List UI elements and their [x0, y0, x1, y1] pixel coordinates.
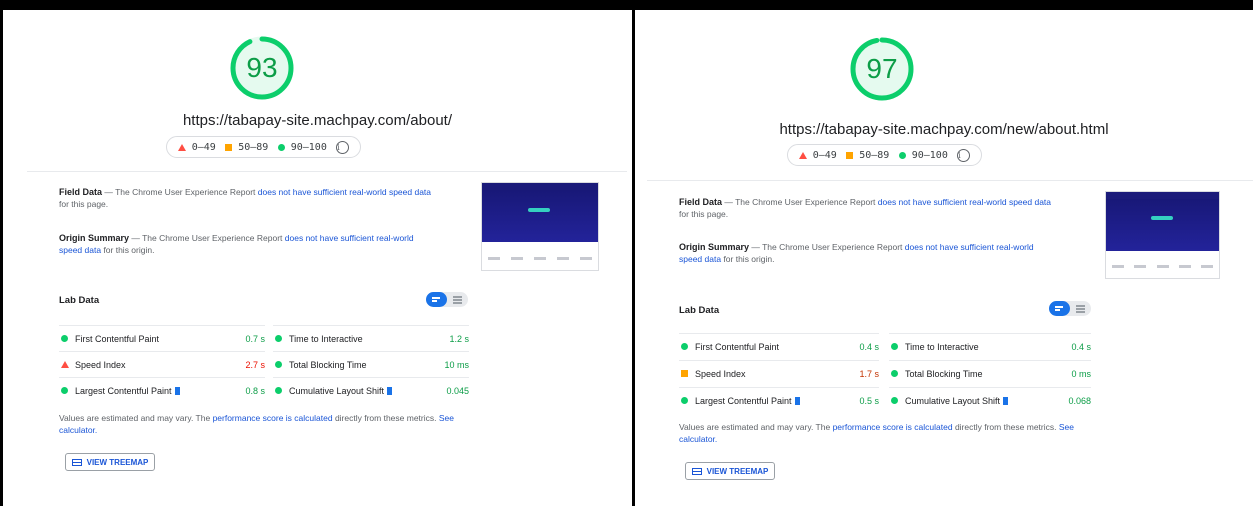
- treemap-icon: [71, 458, 82, 466]
- good-circle-icon: [61, 387, 68, 394]
- view-treemap-button[interactable]: VIEW TREEMAP: [685, 462, 775, 480]
- good-circle-icon: [898, 151, 906, 159]
- good-circle-icon: [681, 343, 688, 350]
- final-screenshot-thumbnail[interactable]: [481, 182, 599, 271]
- performance-score: 93: [246, 52, 278, 83]
- info-icon[interactable]: i: [957, 148, 971, 162]
- metric-value: 10 ms: [444, 359, 469, 370]
- lab-data-title: Lab Data: [679, 305, 720, 316]
- estimation-note: Values are estimated and may vary. The p…: [59, 413, 454, 435]
- metric-largest-contentful-paint: Largest Contentful Paint 0.8 s: [59, 377, 265, 403]
- list-view-icon[interactable]: [1049, 301, 1070, 316]
- metric-value: 0.4 s: [859, 341, 879, 352]
- detail-view-icon[interactable]: [1070, 301, 1091, 316]
- good-circle-icon: [681, 397, 688, 404]
- bookmark-icon: [794, 396, 800, 405]
- lab-data-title: Lab Data: [59, 295, 100, 306]
- metric-value: 0.8 s: [245, 385, 265, 396]
- metric-cumulative-layout-shift: Cumulative Layout Shift 0.068: [889, 387, 1091, 413]
- good-circle-icon: [891, 343, 898, 350]
- estimation-note: Values are estimated and may vary. The p…: [679, 422, 1074, 444]
- metric-value: 2.7 s: [245, 359, 265, 370]
- metric-time-to-interactive: Time to Interactive 0.4 s: [889, 333, 1091, 359]
- metric-value: 0 ms: [1071, 368, 1091, 379]
- origin-summary-section: Origin Summary — The Chrome User Experie…: [679, 242, 1034, 264]
- good-circle-icon: [61, 335, 68, 342]
- field-data-section: Field Data — The Chrome User Experience …: [59, 187, 432, 209]
- legend-good: 90–100: [277, 142, 327, 153]
- metric-first-contentful-paint: First Contentful Paint 0.4 s: [679, 333, 879, 359]
- metric-cumulative-layout-shift: Cumulative Layout Shift 0.045: [273, 377, 469, 403]
- metric-speed-index: Speed Index 1.7 s: [679, 360, 879, 386]
- score-legend: 0–49 50–89 90–100 i: [166, 136, 361, 158]
- legend-good: 90–100: [898, 150, 948, 161]
- bookmark-icon: [174, 386, 180, 395]
- performance-score-gauge: 93: [229, 35, 295, 101]
- performance-score-link[interactable]: performance score is calculated: [833, 422, 953, 432]
- average-square-icon: [681, 370, 688, 377]
- final-screenshot-thumbnail[interactable]: [1105, 191, 1220, 279]
- report-panel-left: 93 https://tabapay-site.machpay.com/abou…: [3, 10, 632, 506]
- view-treemap-button[interactable]: VIEW TREEMAP: [65, 453, 155, 471]
- average-square-icon: [846, 151, 854, 159]
- field-data-link[interactable]: does not have sufficient real-world spee…: [878, 197, 1051, 207]
- metric-total-blocking-time: Total Blocking Time 10 ms: [273, 351, 469, 377]
- poor-triangle-icon: [61, 361, 69, 368]
- average-square-icon: [225, 143, 233, 151]
- legend-average: 50–89: [846, 150, 889, 161]
- performance-score-link[interactable]: performance score is calculated: [213, 413, 333, 423]
- good-circle-icon: [891, 397, 898, 404]
- metrics-view-toggle[interactable]: [1049, 301, 1091, 316]
- metric-first-contentful-paint: First Contentful Paint 0.7 s: [59, 325, 265, 351]
- good-circle-icon: [275, 387, 282, 394]
- metric-value: 0.5 s: [859, 395, 879, 406]
- report-panel-right: 97 https://tabapay-site.machpay.com/new/…: [635, 10, 1253, 506]
- legend-poor: 0–49: [798, 150, 837, 161]
- treemap-icon: [691, 467, 702, 475]
- metric-value: 0.4 s: [1071, 341, 1091, 352]
- origin-summary-title: Origin Summary: [59, 233, 130, 243]
- origin-summary-title: Origin Summary: [679, 242, 750, 252]
- metric-value: 0.7 s: [245, 333, 265, 344]
- poor-triangle-icon: [177, 143, 186, 151]
- tested-url: https://tabapay-site.machpay.com/new/abo…: [779, 121, 1109, 138]
- field-data-link[interactable]: does not have sufficient real-world spee…: [258, 187, 431, 197]
- list-view-icon[interactable]: [426, 292, 447, 307]
- metric-value: 1.7 s: [859, 368, 879, 379]
- divider: [27, 171, 627, 172]
- performance-score: 97: [866, 53, 898, 84]
- performance-score-gauge: 97: [849, 36, 915, 102]
- origin-summary-section: Origin Summary — The Chrome User Experie…: [59, 233, 414, 255]
- bookmark-icon: [387, 386, 393, 395]
- tested-url: https://tabapay-site.machpay.com/about/: [182, 112, 453, 129]
- metric-value: 1.2 s: [449, 333, 469, 344]
- metric-value: 0.068: [1068, 395, 1091, 406]
- metrics-view-toggle[interactable]: [426, 292, 468, 307]
- field-data-title: Field Data: [59, 187, 103, 197]
- metric-total-blocking-time: Total Blocking Time 0 ms: [889, 360, 1091, 386]
- poor-triangle-icon: [798, 151, 807, 159]
- good-circle-icon: [275, 361, 282, 368]
- metric-speed-index: Speed Index 2.7 s: [59, 351, 265, 377]
- score-legend: 0–49 50–89 90–100 i: [787, 144, 982, 166]
- legend-poor: 0–49: [177, 142, 216, 153]
- divider: [647, 180, 1253, 181]
- field-data-title: Field Data: [679, 197, 723, 207]
- good-circle-icon: [275, 335, 282, 342]
- metric-largest-contentful-paint: Largest Contentful Paint 0.5 s: [679, 387, 879, 413]
- field-data-section: Field Data — The Chrome User Experience …: [679, 197, 1052, 219]
- metric-value: 0.045: [446, 385, 469, 396]
- good-circle-icon: [891, 370, 898, 377]
- legend-average: 50–89: [225, 142, 268, 153]
- detail-view-icon[interactable]: [447, 292, 468, 307]
- info-icon[interactable]: i: [336, 140, 350, 154]
- metric-time-to-interactive: Time to Interactive 1.2 s: [273, 325, 469, 351]
- bookmark-icon: [1003, 396, 1009, 405]
- good-circle-icon: [277, 143, 285, 151]
